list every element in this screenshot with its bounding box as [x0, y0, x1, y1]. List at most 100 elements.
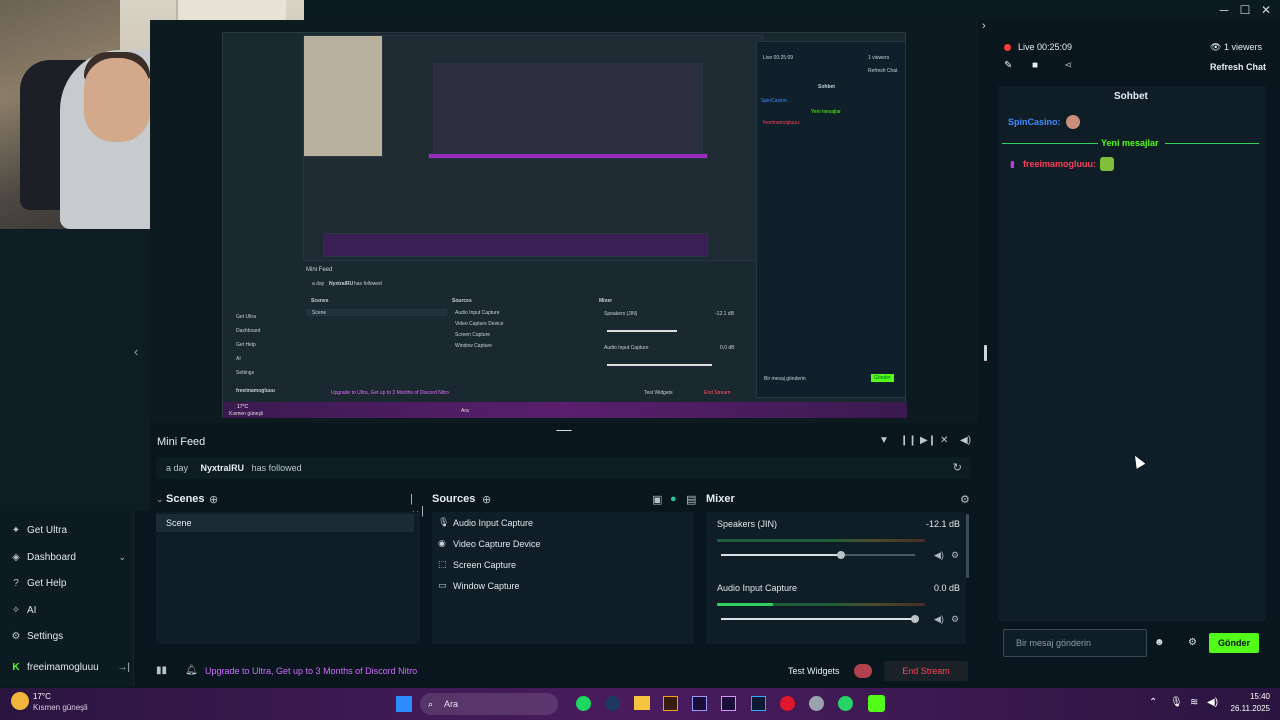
sidebar-item-label: AI — [27, 604, 37, 616]
end-stream-button[interactable]: End Stream — [884, 661, 968, 681]
sidebar-item-get-help[interactable]: ? Get Help — [10, 574, 66, 592]
camera-icon[interactable]: ■ — [1032, 60, 1038, 71]
pause-icon[interactable]: ❙❙ — [900, 435, 917, 446]
microphone-tray-icon[interactable]: 🎙︎ — [1170, 697, 1183, 708]
close-button[interactable]: ✕ — [1257, 2, 1275, 18]
settings-app-icon[interactable] — [809, 696, 824, 711]
speaker-icon[interactable]: ◀) — [934, 550, 944, 561]
source-item[interactable]: 🎙︎ Audio Input Capture — [438, 517, 533, 528]
chat-input[interactable]: Bir mesaj gönderin — [1003, 629, 1147, 657]
feed-user[interactable]: NyxtralRU — [201, 463, 245, 473]
source-item[interactable]: ⬚ Screen Capture — [438, 559, 516, 570]
sidebar-item-get-ultra[interactable]: ✦ Get Ultra — [10, 521, 67, 539]
audio-meter-fill — [717, 603, 774, 606]
upgrade-promo-link[interactable]: Upgrade to Ultra, Get up to 3 Months of … — [205, 666, 417, 676]
folder-icon[interactable] — [634, 696, 650, 710]
sidebar-item-settings[interactable]: ⚙ Settings — [10, 627, 64, 645]
logout-icon[interactable]: →| — [117, 662, 130, 673]
photoshop-icon[interactable] — [751, 696, 766, 711]
preview-nested-window — [433, 63, 703, 153]
send-button[interactable]: Gönder — [1209, 633, 1259, 653]
mini-feed-title: Mini Feed — [157, 436, 206, 448]
steam-icon[interactable] — [605, 696, 620, 711]
edit-icon[interactable]: ✎ — [1004, 60, 1012, 71]
source-folder-icon[interactable]: ▤ — [686, 493, 696, 506]
source-item[interactable]: ◉ Video Capture Device — [438, 538, 540, 549]
windows-start-icon[interactable] — [396, 696, 412, 712]
volume-knob[interactable] — [911, 615, 919, 623]
preview-src4: Window Capture — [455, 343, 492, 349]
source-label: Video Capture Device — [453, 538, 541, 549]
source-link-icon[interactable]: ● — [670, 493, 677, 505]
maximize-button[interactable]: ☐ — [1236, 2, 1254, 18]
wifi-icon[interactable]: ≋ — [1190, 697, 1198, 708]
dashboard-icon: ◈ — [12, 551, 20, 563]
add-scene-icon[interactable]: ⊕ — [209, 493, 218, 506]
preview-chat-send: Gönder — [871, 374, 894, 382]
clock-date[interactable]: 26.11.2025 — [1225, 704, 1270, 713]
ai-icon: ✧ — [11, 604, 21, 616]
gear-icon[interactable]: ⚙ — [951, 614, 959, 625]
illustrator-icon[interactable] — [663, 696, 678, 711]
sidebar-item-dashboard[interactable]: ◈ Dashboard ⌄ — [10, 548, 126, 566]
preview-chat — [756, 41, 906, 398]
source-label: Audio Input Capture — [453, 517, 534, 528]
notification-icon[interactable]: 🔔︎ — [185, 665, 198, 676]
chat-box: Sohbet SpinCasino: Yeni mesajlar ▮ freei… — [998, 86, 1266, 621]
opera-icon[interactable] — [780, 696, 795, 711]
chat-settings-icon[interactable]: ⚙ — [1188, 637, 1197, 648]
scenes-title: Scenes — [166, 493, 205, 505]
sidebar-item-ai[interactable]: ✧ AI — [10, 601, 37, 619]
badge-icon: ▮ — [1010, 159, 1015, 169]
speaker-icon[interactable]: ◀) — [934, 614, 944, 625]
expand-chevron-icon[interactable]: › — [982, 20, 986, 32]
collapse-chevron-icon[interactable]: ‹ — [134, 344, 146, 360]
source-item[interactable]: ▭ Window Capture — [438, 580, 520, 591]
preview-weather-desc: Kısmen güneşli — [229, 411, 264, 417]
scene-item[interactable]: Scene — [156, 514, 414, 532]
after-effects-icon[interactable] — [721, 696, 736, 711]
gear-icon[interactable]: ⚙ — [951, 550, 959, 561]
kick-logo-icon: K — [12, 661, 20, 673]
refresh-icon[interactable]: ↻ — [953, 457, 962, 479]
preview-search: Ara — [461, 408, 469, 414]
emoji-icon[interactable]: ☻ — [1154, 637, 1165, 648]
filter-icon[interactable]: ▼ — [879, 435, 889, 446]
chat-username[interactable]: freeimamogluuu: — [1023, 159, 1096, 169]
test-widgets-button[interactable]: Test Widgets — [788, 666, 840, 676]
mute-alerts-icon[interactable]: ✕ — [940, 435, 948, 446]
spotify-icon[interactable] — [576, 696, 591, 711]
weather-icon[interactable] — [11, 692, 29, 710]
sidebar-user[interactable]: Kfreeimamogluuu →| — [10, 658, 130, 676]
mini-feed-panel: Mini Feed ▼ ❙❙ ▶❙ ✕ ◀) a day NyxtralRU h… — [150, 431, 976, 485]
mixer-settings-icon[interactable]: ⚙ — [960, 493, 970, 506]
chat-username[interactable]: SpinCasino: — [1008, 117, 1061, 127]
scenes-dock: ⌄ Scenes ⊕ |↔| Scene — [150, 488, 424, 648]
preview-feed-action: has followed — [354, 281, 382, 287]
taskbar-search[interactable]: ⌕ Ara — [420, 693, 558, 715]
stats-icon[interactable]: ▮▮ — [156, 665, 167, 676]
preview-nested-taskbar2 — [323, 233, 708, 257]
new-messages-label: Yeni mesajlar — [1101, 138, 1159, 148]
premiere-icon[interactable] — [692, 696, 707, 711]
mixer-scrollbar[interactable] — [966, 514, 969, 578]
skip-icon[interactable]: ▶❙ — [920, 435, 936, 446]
minimize-button[interactable]: ─ — [1215, 2, 1233, 18]
refresh-chat-button[interactable]: Refresh Chat — [1210, 62, 1266, 72]
share-icon[interactable]: ⋖ — [1064, 60, 1072, 71]
tray-chevron-up-icon[interactable]: ⌃ — [1149, 697, 1157, 708]
volume-icon[interactable]: ◀) — [960, 435, 971, 446]
preview-aic: Audio Input Capture — [604, 345, 649, 351]
whatsapp-icon[interactable] — [838, 696, 853, 711]
clock-time[interactable]: 15:40 — [1230, 692, 1270, 701]
volume-tray-icon[interactable]: ◀) — [1207, 697, 1218, 708]
weather-temp[interactable]: 17°C — [33, 692, 51, 701]
kick-studio-icon[interactable] — [868, 695, 885, 712]
webcam-icon: ◉ — [438, 538, 446, 548]
rec-indicator[interactable] — [854, 664, 872, 678]
panel-resize-handle[interactable] — [984, 345, 987, 361]
weather-desc[interactable]: Kısmen güneşli — [33, 703, 88, 712]
add-source-icon[interactable]: ⊕ — [482, 493, 491, 506]
source-group-icon[interactable]: ▣ — [652, 493, 662, 506]
collapse-chevron-icon[interactable]: ⌄ — [156, 494, 164, 505]
